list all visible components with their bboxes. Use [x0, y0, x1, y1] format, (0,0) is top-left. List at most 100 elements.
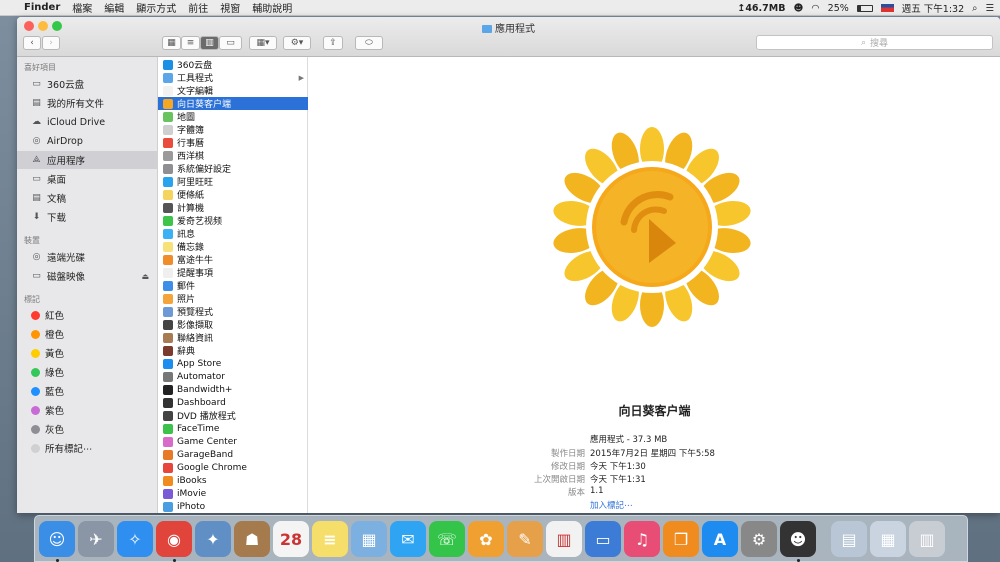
spotlight-icon[interactable]: ⌕ [972, 3, 977, 14]
sidebar-item-desktop[interactable]: ▭ 桌面 [17, 170, 158, 188]
dock-preview-photos-icon[interactable]: ▦ [351, 521, 387, 557]
dock-finder-icon[interactable]: ☺ [39, 521, 75, 557]
app-list-item[interactable]: 爱奇艺视频 [158, 214, 308, 227]
app-list-item[interactable]: 西洋棋 [158, 149, 308, 162]
app-list-item[interactable]: 阿里旺旺 [158, 175, 308, 188]
sidebar-tag-all[interactable]: 所有標記⋯ [17, 439, 158, 457]
dock-numbers-pages-icon[interactable]: ✎ [507, 521, 543, 557]
dock-chrome-icon[interactable]: ◉ [156, 521, 192, 557]
view-column-button[interactable]: ▥ [200, 36, 219, 50]
arrange-button[interactable]: ▦▾ [249, 36, 277, 50]
sidebar-item-documents[interactable]: ▤ 文稿 [17, 189, 158, 207]
menu-view[interactable]: 顯示方式 [130, 0, 182, 15]
sidebar-item-all-files[interactable]: ▤ 我的所有文件 [17, 94, 158, 112]
sidebar-item-downloads[interactable]: ⬇ 下载 [17, 208, 158, 226]
dock-facetime-icon[interactable]: ☏ [429, 521, 465, 557]
search-field[interactable]: ⌕ 搜尋 [756, 35, 993, 50]
dock-ibooks-icon[interactable]: ❒ [663, 521, 699, 557]
add-tags-link[interactable]: 加入標記⋯ [590, 499, 633, 511]
app-list-item[interactable]: 便條紙 [158, 188, 308, 201]
app-list-item[interactable]: 工具程式 ▶ [158, 71, 308, 84]
dock-launchpad-icon[interactable]: ✈ [78, 521, 114, 557]
sidebar-item-icloud[interactable]: ☁ iCloud Drive [17, 113, 158, 131]
battery-percent[interactable]: 25% [828, 3, 849, 14]
app-list-item[interactable]: 地圖 [158, 110, 308, 123]
app-list-item[interactable]: FaceTime [158, 422, 308, 435]
menu-go[interactable]: 前往 [182, 0, 214, 15]
app-list-item[interactable]: Game Center [158, 435, 308, 448]
clock[interactable]: 週五 下午1:32 [902, 1, 964, 15]
dock-photos-icon[interactable]: ✿ [468, 521, 504, 557]
menu-finder[interactable]: Finder [18, 2, 66, 13]
app-list-item[interactable]: DVD 播放程式 [158, 409, 308, 422]
sidebar-tag-green[interactable]: 綠色 [17, 363, 158, 381]
back-button[interactable]: ‹ [23, 36, 41, 50]
dock-notes-icon[interactable]: ≡ [312, 521, 348, 557]
notification-center-icon[interactable]: ☰ [985, 3, 994, 14]
dock-qq-icon[interactable]: ☻ [780, 521, 816, 557]
dock-safari-icon[interactable]: ✧ [117, 521, 153, 557]
sidebar-tag-purple[interactable]: 紫色 [17, 401, 158, 419]
app-list-item[interactable]: iMovie [158, 487, 308, 500]
dock-itunes-icon[interactable]: ♫ [624, 521, 660, 557]
menu-window[interactable]: 視窗 [214, 0, 246, 15]
dock-trash-icon[interactable]: ▥ [909, 521, 945, 557]
app-list-item[interactable]: App Store [158, 357, 308, 370]
app-list-item[interactable]: 文字編輯 [158, 84, 308, 97]
dock-downloads-icon[interactable]: ▦ [870, 521, 906, 557]
sidebar-tag-blue[interactable]: 藍色 [17, 382, 158, 400]
battery-icon[interactable] [856, 4, 873, 12]
app-list-item[interactable]: Automator [158, 370, 308, 383]
sidebar-item-360[interactable]: ▭ 360云盘 [17, 75, 158, 93]
view-coverflow-button[interactable]: ▭ [219, 36, 242, 50]
menu-edit[interactable]: 編輯 [98, 0, 130, 15]
dock-preview-icon[interactable]: ✦ [195, 521, 231, 557]
app-list-item[interactable]: Google Chrome [158, 461, 308, 474]
menu-help[interactable]: 輔助說明 [246, 0, 298, 15]
app-list-item[interactable]: Bandwidth+ [158, 383, 308, 396]
app-list-item[interactable]: 計算機 [158, 201, 308, 214]
app-list-item[interactable]: 系統偏好設定 [158, 162, 308, 175]
dock-system-preferences-icon[interactable]: ⚙ [741, 521, 777, 557]
dock-numbers-icon[interactable]: ▥ [546, 521, 582, 557]
app-list-item[interactable]: 字體簿 [158, 123, 308, 136]
app-list-item[interactable]: 訊息 [158, 227, 308, 240]
app-list-item[interactable]: 影像擷取 [158, 318, 308, 331]
forward-button[interactable]: › [42, 36, 60, 50]
share-button[interactable]: ⇪ [323, 36, 343, 50]
dock-folder-icon[interactable]: ▤ [831, 521, 867, 557]
sidebar-tag-red[interactable]: 紅色 [17, 306, 158, 324]
action-gear-button[interactable]: ⚙▾ [283, 36, 311, 50]
sidebar-tag-yellow[interactable]: 黃色 [17, 344, 158, 362]
dock-keynote-icon[interactable]: ▭ [585, 521, 621, 557]
app-list-item[interactable]: 照片 [158, 292, 308, 305]
app-list-item[interactable]: iPhoto [158, 500, 308, 513]
sidebar-tag-gray[interactable]: 灰色 [17, 420, 158, 438]
app-list-item[interactable]: 提醒事項 [158, 266, 308, 279]
sidebar-tag-orange[interactable]: 橙色 [17, 325, 158, 343]
app-list-item[interactable]: 富途牛牛 [158, 253, 308, 266]
app-list-item[interactable]: 行事曆 [158, 136, 308, 149]
sidebar-item-airdrop[interactable]: ◎ AirDrop [17, 132, 158, 150]
app-list-item[interactable]: Dashboard [158, 396, 308, 409]
view-list-button[interactable]: ≡ [181, 36, 200, 50]
sidebar-item-applications[interactable]: ⟁ 应用程序 [17, 151, 158, 169]
app-list-item[interactable]: 備忘錄 [158, 240, 308, 253]
input-flag-icon[interactable] [880, 4, 894, 12]
network-speed-status[interactable]: ↥46.7MB [737, 3, 785, 14]
dock-messages-icon[interactable]: ✉ [390, 521, 426, 557]
sidebar-item-remote-disc[interactable]: ◎ 遠端光碟 [17, 248, 158, 266]
tags-button[interactable]: ⬭ [355, 36, 383, 50]
dock-app-store-icon[interactable]: A [702, 521, 738, 557]
sidebar-item-disk-image[interactable]: ▭ 磁盤映像 ⏏ [17, 267, 158, 285]
app-list-item[interactable]: 向日葵客户端 [158, 97, 308, 110]
app-list-item[interactable]: GarageBand [158, 448, 308, 461]
app-list-item[interactable]: 360云盘 [158, 58, 308, 71]
view-icon-button[interactable]: ▦ [162, 36, 181, 50]
dock-calendar-icon[interactable]: 28 [273, 521, 309, 557]
app-list-item[interactable]: 聯絡資訊 [158, 331, 308, 344]
app-list-item[interactable]: 辭典 [158, 344, 308, 357]
dock-contacts-icon[interactable]: ☗ [234, 521, 270, 557]
menu-file[interactable]: 檔案 [66, 0, 98, 15]
wifi-icon[interactable]: ◠ [811, 3, 819, 14]
